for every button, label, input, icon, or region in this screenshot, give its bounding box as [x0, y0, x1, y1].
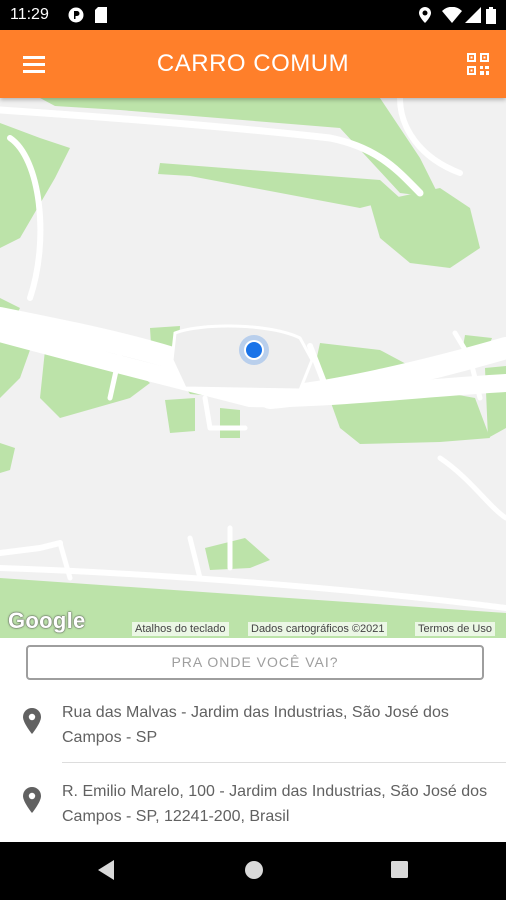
place-pin-icon [23, 708, 41, 734]
wifi-icon [442, 7, 462, 23]
terms-of-use-link[interactable]: Termos de Uso [415, 622, 495, 636]
location-icon [419, 7, 431, 23]
recent-place-item[interactable]: R. Emilio Marelo, 100 - Jardim das Indus… [0, 769, 506, 847]
place-address: R. Emilio Marelo, 100 - Jardim das Indus… [62, 783, 488, 825]
status-bar: 11:29 [0, 0, 506, 30]
map-data-attribution[interactable]: Dados cartográficos ©2021 [248, 622, 388, 636]
battery-icon [486, 7, 496, 24]
keyboard-shortcuts-link[interactable]: Atalhos do teclado [132, 622, 229, 636]
qr-code-button[interactable] [460, 48, 496, 82]
sd-card-icon [95, 7, 107, 23]
status-time: 11:29 [10, 6, 49, 23]
back-icon[interactable] [96, 859, 116, 881]
map-view[interactable]: Google Atalhos do teclado Dados cartográ… [0, 98, 506, 638]
qr-code-icon [467, 53, 489, 75]
place-address: Rua das Malvas - Jardim das Industrias, … [62, 704, 449, 746]
app-bar: CARRO COMUM [0, 30, 506, 98]
app-notification-icon [68, 7, 84, 23]
system-navigation-bar [0, 842, 506, 900]
home-icon[interactable] [243, 859, 265, 881]
recent-place-item[interactable]: Rua das Malvas - Jardim das Industrias, … [0, 690, 506, 768]
map-canvas[interactable] [0, 98, 506, 638]
google-logo: Google [8, 608, 86, 633]
place-pin-icon [23, 787, 41, 813]
recents-icon[interactable] [389, 859, 409, 881]
current-location-marker [239, 335, 269, 365]
destination-search-input[interactable]: PRA ONDE VOCÊ VAI? [26, 645, 484, 680]
signal-icon [465, 7, 481, 23]
list-divider [62, 762, 506, 763]
app-title: CARRO COMUM [156, 50, 350, 77]
